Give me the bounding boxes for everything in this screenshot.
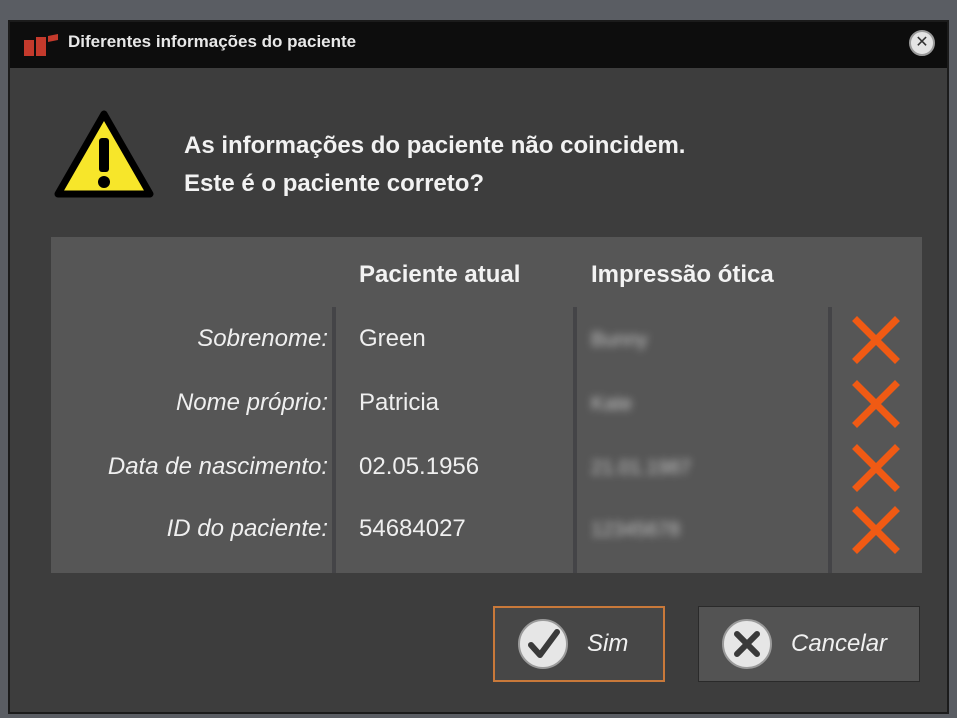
column-header-current-patient: Paciente atual — [359, 261, 521, 288]
message-line-2: Este é o paciente correto? — [184, 170, 485, 197]
row-label-surname: Sobrenome: — [197, 325, 328, 352]
column-divider — [573, 307, 577, 573]
scan-birth-date: 21.01.1987 — [591, 457, 692, 479]
mismatch-x-icon — [852, 444, 900, 492]
current-patient-id: 54684027 — [359, 515, 466, 542]
check-circle-icon — [518, 619, 568, 669]
column-header-optical-scan: Impressão ótica — [591, 261, 774, 288]
column-divider — [332, 307, 336, 573]
yes-button[interactable]: Sim — [493, 606, 665, 682]
row-label-first-name: Nome próprio: — [175, 389, 328, 416]
row-label-patient-id: ID do paciente: — [166, 515, 328, 542]
cancel-button[interactable]: Cancelar — [698, 606, 920, 682]
patient-info-table: Paciente atual Impressão ótica Sobrenome… — [51, 237, 922, 573]
message-text: As informações do paciente não coincidem… — [184, 127, 685, 203]
mismatch-x-icon — [852, 316, 900, 364]
mismatch-x-icon — [852, 506, 900, 554]
app-logo-icon — [24, 34, 58, 56]
scan-patient-id: 12345678 — [591, 519, 680, 541]
yes-button-label: Sim — [587, 630, 629, 657]
row-label-birth-date: Data de nascimento: — [107, 453, 328, 480]
scan-first-name: Kate — [591, 393, 633, 415]
dialog-window: Diferentes informações do paciente ✕ As … — [8, 20, 949, 714]
warning-icon — [54, 110, 154, 198]
current-first-name: Patricia — [359, 389, 440, 416]
close-button[interactable]: ✕ — [909, 30, 935, 56]
dialog-title: Diferentes informações do paciente — [68, 32, 357, 51]
x-circle-icon — [722, 619, 772, 669]
column-divider — [828, 307, 832, 573]
cancel-button-label: Cancelar — [791, 630, 888, 657]
mismatch-x-icon — [852, 380, 900, 428]
message-line-1: As informações do paciente não coincidem… — [184, 132, 686, 159]
current-birth-date: 02.05.1956 — [359, 453, 480, 480]
title-bar[interactable]: Diferentes informações do paciente ✕ — [10, 22, 947, 68]
close-icon: ✕ — [915, 34, 929, 51]
scan-surname: Bunny — [591, 329, 648, 351]
current-surname: Green — [359, 325, 426, 352]
